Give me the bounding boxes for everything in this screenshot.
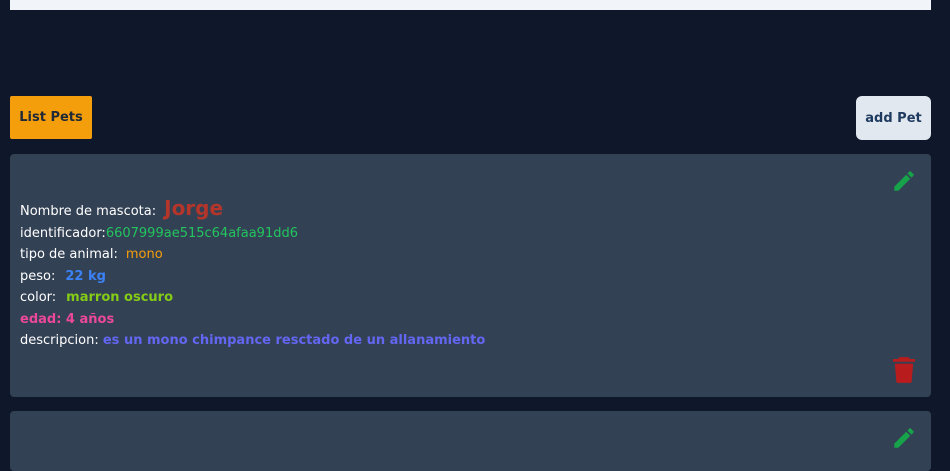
pet-card <box>10 411 931 471</box>
add-pet-button[interactable]: add Pet <box>856 96 931 140</box>
pet-color: marron oscuro <box>66 290 173 305</box>
pet-color-label: color: <box>20 290 57 305</box>
pet-weight: 22 kg <box>65 268 106 284</box>
pet-name-row: Nombre de mascota: Jorge <box>20 196 485 223</box>
pet-id: 6607999ae515c64afaa91dd6 <box>105 225 298 241</box>
pet-name-label: Nombre de mascota: <box>20 204 157 219</box>
pencil-icon[interactable] <box>891 425 917 451</box>
pencil-icon[interactable] <box>891 168 917 194</box>
pet-card: Nombre de mascota: Jorge identificador:66… <box>10 154 931 397</box>
pet-age: edad: 4 años <box>20 311 115 327</box>
pet-description-label: descripcion: <box>20 333 99 348</box>
pet-weight-label: peso: <box>20 268 56 284</box>
pet-color-row: color: marron oscuro <box>20 287 485 309</box>
top-search-bar[interactable] <box>10 0 931 10</box>
pet-id-label: identificador: <box>20 225 106 241</box>
pet-type: mono <box>125 247 163 262</box>
pet-name: Jorge <box>164 196 224 220</box>
pet-type-label: tipo de animal: <box>20 247 118 262</box>
trash-icon[interactable] <box>893 357 915 383</box>
pet-weight-row: peso: 22 kg <box>20 266 485 288</box>
pet-details: Nombre de mascota: Jorge identificador:66… <box>20 196 485 352</box>
pet-description-row: descripcion: es un mono chimpance rescta… <box>20 330 485 352</box>
pet-description: es un mono chimpance resctado de un alla… <box>102 333 486 348</box>
pet-id-row: identificador:6607999ae515c64afaa91dd6 <box>20 223 485 245</box>
pet-type-row: tipo de animal: mono <box>20 244 485 266</box>
list-pets-button[interactable]: List Pets <box>10 96 92 139</box>
